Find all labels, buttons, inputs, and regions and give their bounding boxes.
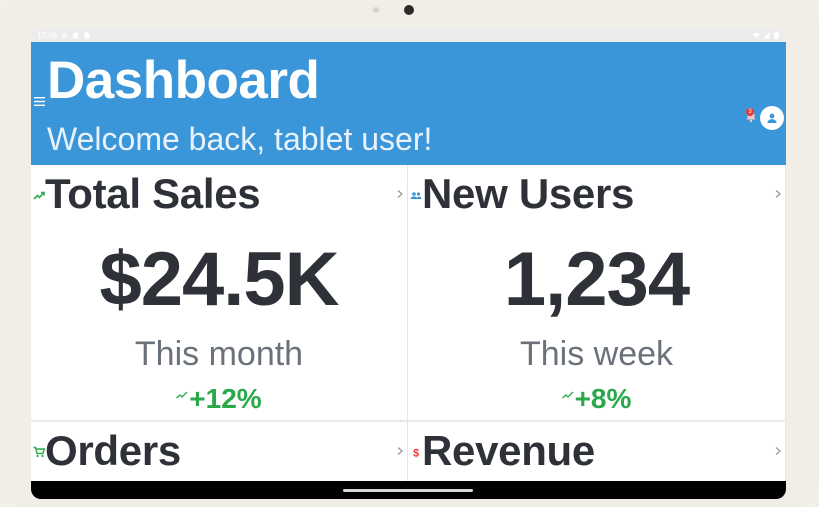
menu-icon[interactable] — [34, 97, 45, 106]
welcome-message: Welcome back, tablet user! — [47, 121, 433, 157]
change-value: +12% — [189, 383, 262, 414]
front-sensor — [373, 7, 379, 13]
stats-grid: Total Sales $24.5K This month +12% New U… — [31, 165, 786, 492]
settings-icon — [61, 32, 68, 38]
change-value: +8% — [574, 383, 632, 414]
battery-icon — [774, 31, 779, 39]
chevron-right-icon — [775, 447, 781, 455]
chevron-right-icon — [397, 447, 403, 455]
svg-text:$: $ — [413, 448, 419, 459]
wifi-icon — [753, 32, 760, 38]
status-bar: 12:48 — [31, 28, 786, 42]
cart-icon — [33, 446, 45, 458]
dollar-icon: $ — [413, 448, 419, 459]
trending-up-icon — [33, 191, 45, 200]
card-change: +12% — [31, 385, 407, 413]
card-change: +8% — [408, 385, 785, 413]
total-sales-card[interactable]: Total Sales $24.5K This month +12% — [31, 165, 408, 421]
page-title: Dashboard — [47, 51, 320, 110]
trending-up-icon — [176, 391, 188, 399]
chevron-right-icon — [397, 190, 403, 198]
tablet-frame: Dashboard Welcome back, tablet user! 3 1… — [0, 0, 819, 507]
card-value: 1,234 — [503, 237, 690, 322]
notifications-button[interactable]: 3 — [744, 108, 758, 123]
sim-card-icon — [84, 31, 90, 39]
front-camera — [404, 5, 414, 15]
person-icon — [767, 113, 777, 123]
card-period: This month — [134, 335, 304, 373]
chevron-right-icon — [775, 190, 781, 198]
shield-icon — [72, 31, 79, 39]
card-value: $24.5K — [99, 237, 339, 322]
profile-avatar[interactable] — [760, 106, 784, 130]
card-title: New Users — [422, 170, 635, 217]
trending-up-icon — [561, 391, 574, 399]
card-title: Revenue — [422, 427, 595, 474]
status-time: 12:48 — [37, 30, 58, 40]
people-icon — [410, 192, 422, 199]
card-title: Orders — [45, 427, 181, 474]
notification-badge: 3 — [746, 108, 754, 116]
signal-icon — [763, 31, 770, 39]
app-bar: Dashboard Welcome back, tablet user! 3 — [31, 42, 786, 165]
navigation-bar — [31, 481, 786, 499]
new-users-card[interactable]: New Users 1,234 This week +8% — [408, 165, 786, 421]
screen: Dashboard Welcome back, tablet user! 3 1… — [31, 28, 786, 499]
home-gesture-handle[interactable] — [343, 489, 473, 492]
card-title: Total Sales — [45, 170, 261, 217]
card-period: This week — [519, 335, 674, 373]
